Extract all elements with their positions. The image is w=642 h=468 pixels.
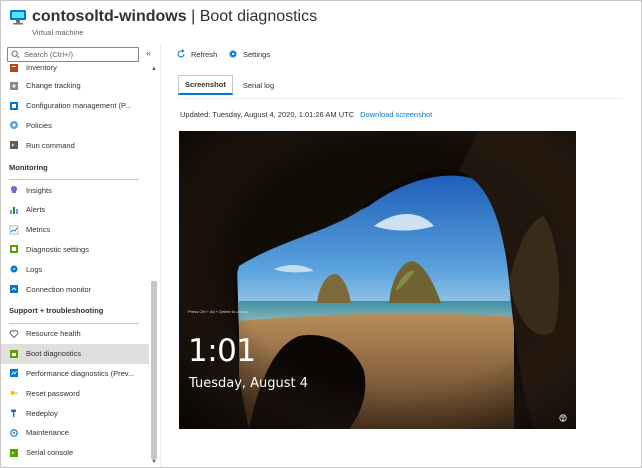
menu-item-insights[interactable]: Insights xyxy=(1,180,149,200)
menu-item-label: Connection monitor xyxy=(26,284,92,294)
menu-item-label: Reset password xyxy=(26,388,80,398)
menu-item-logs[interactable]: Logs xyxy=(1,259,149,279)
menu-item-maintenance[interactable]: Maintenance xyxy=(1,423,149,443)
menu-item-run-command[interactable]: Run command xyxy=(1,135,149,155)
menu-item-label: Policies xyxy=(26,120,52,130)
menu-item-label: Boot diagnostics xyxy=(26,349,82,359)
scroll-down-arrow-icon[interactable]: ▼ xyxy=(151,459,157,465)
heart-icon xyxy=(9,329,19,339)
menu-item-label: Diagnostic settings xyxy=(26,244,89,254)
menu-item-alerts[interactable]: Alerts xyxy=(1,200,149,220)
tab-serial-log[interactable]: Serial log xyxy=(237,75,280,95)
refresh-icon xyxy=(176,49,186,59)
title-separator: | xyxy=(186,8,200,25)
menu-item-label: Configuration management (P... xyxy=(26,101,132,111)
menu-scrollbar[interactable]: ▲ ▼ xyxy=(150,63,158,465)
search-placeholder: Search (Ctrl+/) xyxy=(24,50,73,59)
refresh-button[interactable]: Refresh xyxy=(176,47,217,61)
blade-name: Boot diagnostics xyxy=(199,8,318,25)
collapse-menu-button[interactable]: « xyxy=(146,48,151,58)
menu-item-reset-password[interactable]: Reset password xyxy=(1,383,149,403)
menu-item-label: Inventory xyxy=(26,63,57,72)
menu-item-resource-health[interactable]: Resource health xyxy=(1,324,149,344)
menu-item-boot-diagnostics[interactable]: Boot diagnostics xyxy=(1,343,149,364)
lockscreen-date: Tuesday, August 4 xyxy=(189,376,309,391)
search-icon xyxy=(11,50,20,59)
menu-item-change-tracking[interactable]: Change tracking xyxy=(1,76,149,96)
resource-name: contosoltd-windows xyxy=(32,8,187,25)
performance-icon xyxy=(9,368,19,378)
view-tabs: Screenshot Serial log xyxy=(178,75,284,97)
settings-label: Settings xyxy=(243,49,271,59)
scroll-up-arrow-icon[interactable]: ▲ xyxy=(151,66,157,72)
menu-item-policies[interactable]: Policies xyxy=(1,116,149,136)
menu-item-metrics[interactable]: Metrics xyxy=(1,220,149,240)
menu-item-label: Metrics xyxy=(26,225,51,235)
menu-item-label: Resource health xyxy=(26,329,81,339)
menu-item-serial-console[interactable]: Serial console xyxy=(1,443,149,463)
lockscreen-time: 1:01 xyxy=(188,333,256,369)
resource-menu: Search (Ctrl+/) « Inventory Change track… xyxy=(1,43,161,467)
boot-screenshot: Press Ctrl + Alt + Delete to unlock 1:01… xyxy=(179,131,576,429)
window-frame: contosoltd-windows | Boot diagnostics Vi… xyxy=(0,0,642,468)
main-content: Refresh Settings Screenshot Serial log U… xyxy=(162,43,641,467)
virtual-machine-icon xyxy=(10,10,26,25)
tab-divider xyxy=(178,98,623,99)
scrollbar-thumb[interactable] xyxy=(151,281,157,459)
settings-button[interactable]: Settings xyxy=(228,47,270,61)
refresh-label: Refresh xyxy=(191,49,218,59)
menu-item-performance-diagnostics[interactable]: Performance diagnostics (Prev... xyxy=(1,364,149,384)
boot-diagnostics-icon xyxy=(9,349,19,359)
policies-icon xyxy=(9,120,19,130)
menu-item-label: Maintenance xyxy=(26,428,69,438)
gear-icon xyxy=(228,49,238,59)
menu-item-label: Redeploy xyxy=(26,408,58,418)
download-screenshot-link[interactable]: Download screenshot xyxy=(360,110,432,119)
run-command-icon xyxy=(9,140,19,150)
command-bar: Refresh Settings xyxy=(162,43,641,65)
menu-item-label: Change tracking xyxy=(26,81,81,91)
menu-item-label: Performance diagnostics (Prev... xyxy=(26,368,135,378)
menu-item-redeploy[interactable]: Redeploy xyxy=(1,403,149,423)
unlock-hint: Press Ctrl + Alt + Delete to unlock xyxy=(188,309,248,314)
menu-item-configuration-management[interactable]: Configuration management (P... xyxy=(1,96,149,116)
page-title: contosoltd-windows | Boot diagnostics xyxy=(32,8,317,26)
connection-monitor-icon xyxy=(9,284,19,294)
insights-icon xyxy=(9,185,19,195)
section-monitoring: Monitoring xyxy=(9,162,48,172)
key-icon xyxy=(9,388,19,398)
maintenance-icon xyxy=(9,428,19,438)
ease-of-access-icon xyxy=(559,414,567,422)
menu-item-connection-monitor[interactable]: Connection monitor xyxy=(1,279,149,299)
search-input[interactable]: Search (Ctrl+/) xyxy=(7,47,139,62)
menu-item-label: Run command xyxy=(26,140,75,150)
tab-screenshot[interactable]: Screenshot xyxy=(178,75,233,95)
menu-item-label: Insights xyxy=(26,185,52,195)
hammer-icon xyxy=(9,408,19,418)
inventory-icon xyxy=(9,63,19,73)
menu-item-label: Logs xyxy=(26,264,43,274)
blade-header: contosoltd-windows | Boot diagnostics Vi… xyxy=(1,1,641,43)
updated-timestamp: Updated: Tuesday, August 4, 2020, 1:01:2… xyxy=(180,110,355,119)
menu-list: Inventory Change tracking Configuration … xyxy=(1,61,149,463)
menu-item-inventory[interactable]: Inventory xyxy=(1,61,149,76)
change-tracking-icon xyxy=(9,81,19,91)
section-support-troubleshooting: Support + troubleshooting xyxy=(9,306,104,316)
updated-status: Updated: Tuesday, August 4, 2020, 1:01:2… xyxy=(180,110,432,119)
configuration-icon xyxy=(9,101,19,111)
logs-icon xyxy=(9,264,19,274)
console-icon xyxy=(9,448,19,458)
alerts-icon xyxy=(9,205,19,215)
menu-item-label: Alerts xyxy=(26,205,46,215)
menu-item-diagnostic-settings[interactable]: Diagnostic settings xyxy=(1,240,149,260)
menu-item-label: Serial console xyxy=(26,448,74,458)
diagnostic-settings-icon xyxy=(9,244,19,254)
metrics-icon xyxy=(9,225,19,235)
resource-type: Virtual machine xyxy=(32,28,84,37)
